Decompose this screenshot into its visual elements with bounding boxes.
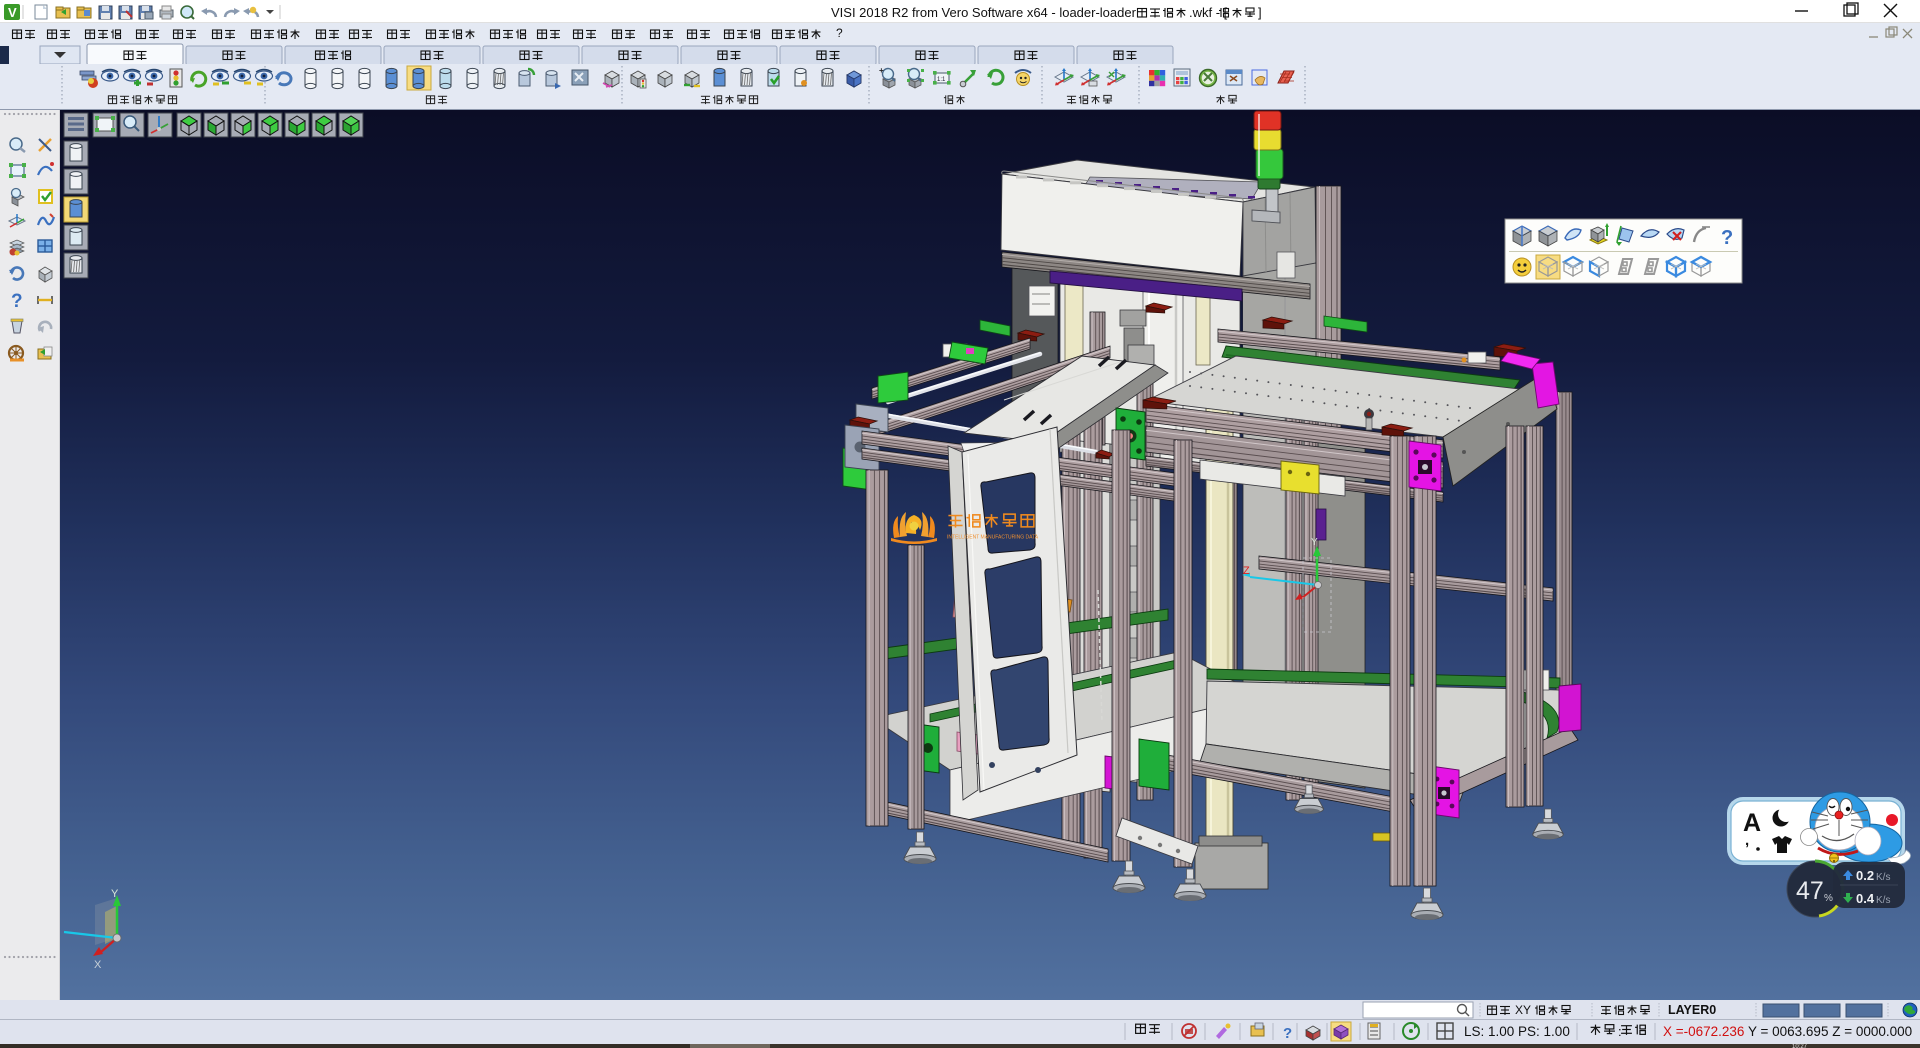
svg-text:VISI 2018 R2 from Vero Softwar: VISI 2018 R2 from Vero Software x64 - lo…: [831, 5, 1137, 20]
svg-text:V: V: [8, 5, 17, 20]
svg-text::: :: [1618, 1024, 1622, 1039]
svg-text:Y = 0063.695 Z = 0000.000: Y = 0063.695 Z = 0000.000: [1748, 1024, 1912, 1039]
svg-text:1:1: 1:1: [937, 77, 946, 83]
svg-text:?: ?: [11, 291, 23, 312]
svg-text:Y: Y: [111, 888, 119, 900]
svg-text:LS: 1.00 PS: 1.00: LS: 1.00 PS: 1.00: [1464, 1024, 1570, 1039]
svg-text:X: X: [94, 959, 102, 971]
svg-text:XY: XY: [1515, 1003, 1531, 1017]
svg-text:+: +: [879, 66, 884, 75]
svg-text:?: ?: [836, 26, 843, 40]
svg-text:Z: Z: [1243, 565, 1250, 577]
svg-text:,: ,: [1745, 832, 1749, 849]
svg-text:.wkf - [: .wkf - [: [1189, 5, 1228, 20]
svg-text:LAYER0: LAYER0: [1668, 1003, 1716, 1017]
svg-text:INTELLIGENT MANUFACTURING DATA: INTELLIGENT MANUFACTURING DATA: [947, 535, 1039, 541]
svg-text:%: %: [1824, 893, 1833, 904]
svg-text:?: ?: [1283, 1025, 1292, 1042]
svg-text:K/s: K/s: [1876, 895, 1890, 906]
svg-text:47: 47: [1796, 877, 1824, 905]
svg-text:0.4: 0.4: [1856, 891, 1875, 906]
svg-text:0.2: 0.2: [1856, 868, 1874, 883]
svg-text:Y: Y: [1311, 537, 1318, 548]
svg-text:]: ]: [1258, 5, 1262, 20]
svg-text:X =-0672.236: X =-0672.236: [1663, 1024, 1744, 1039]
svg-text:K/s: K/s: [1876, 872, 1890, 883]
svg-text:10:27: 10:27: [1792, 1044, 1808, 1048]
svg-text:?: ?: [1721, 227, 1733, 249]
